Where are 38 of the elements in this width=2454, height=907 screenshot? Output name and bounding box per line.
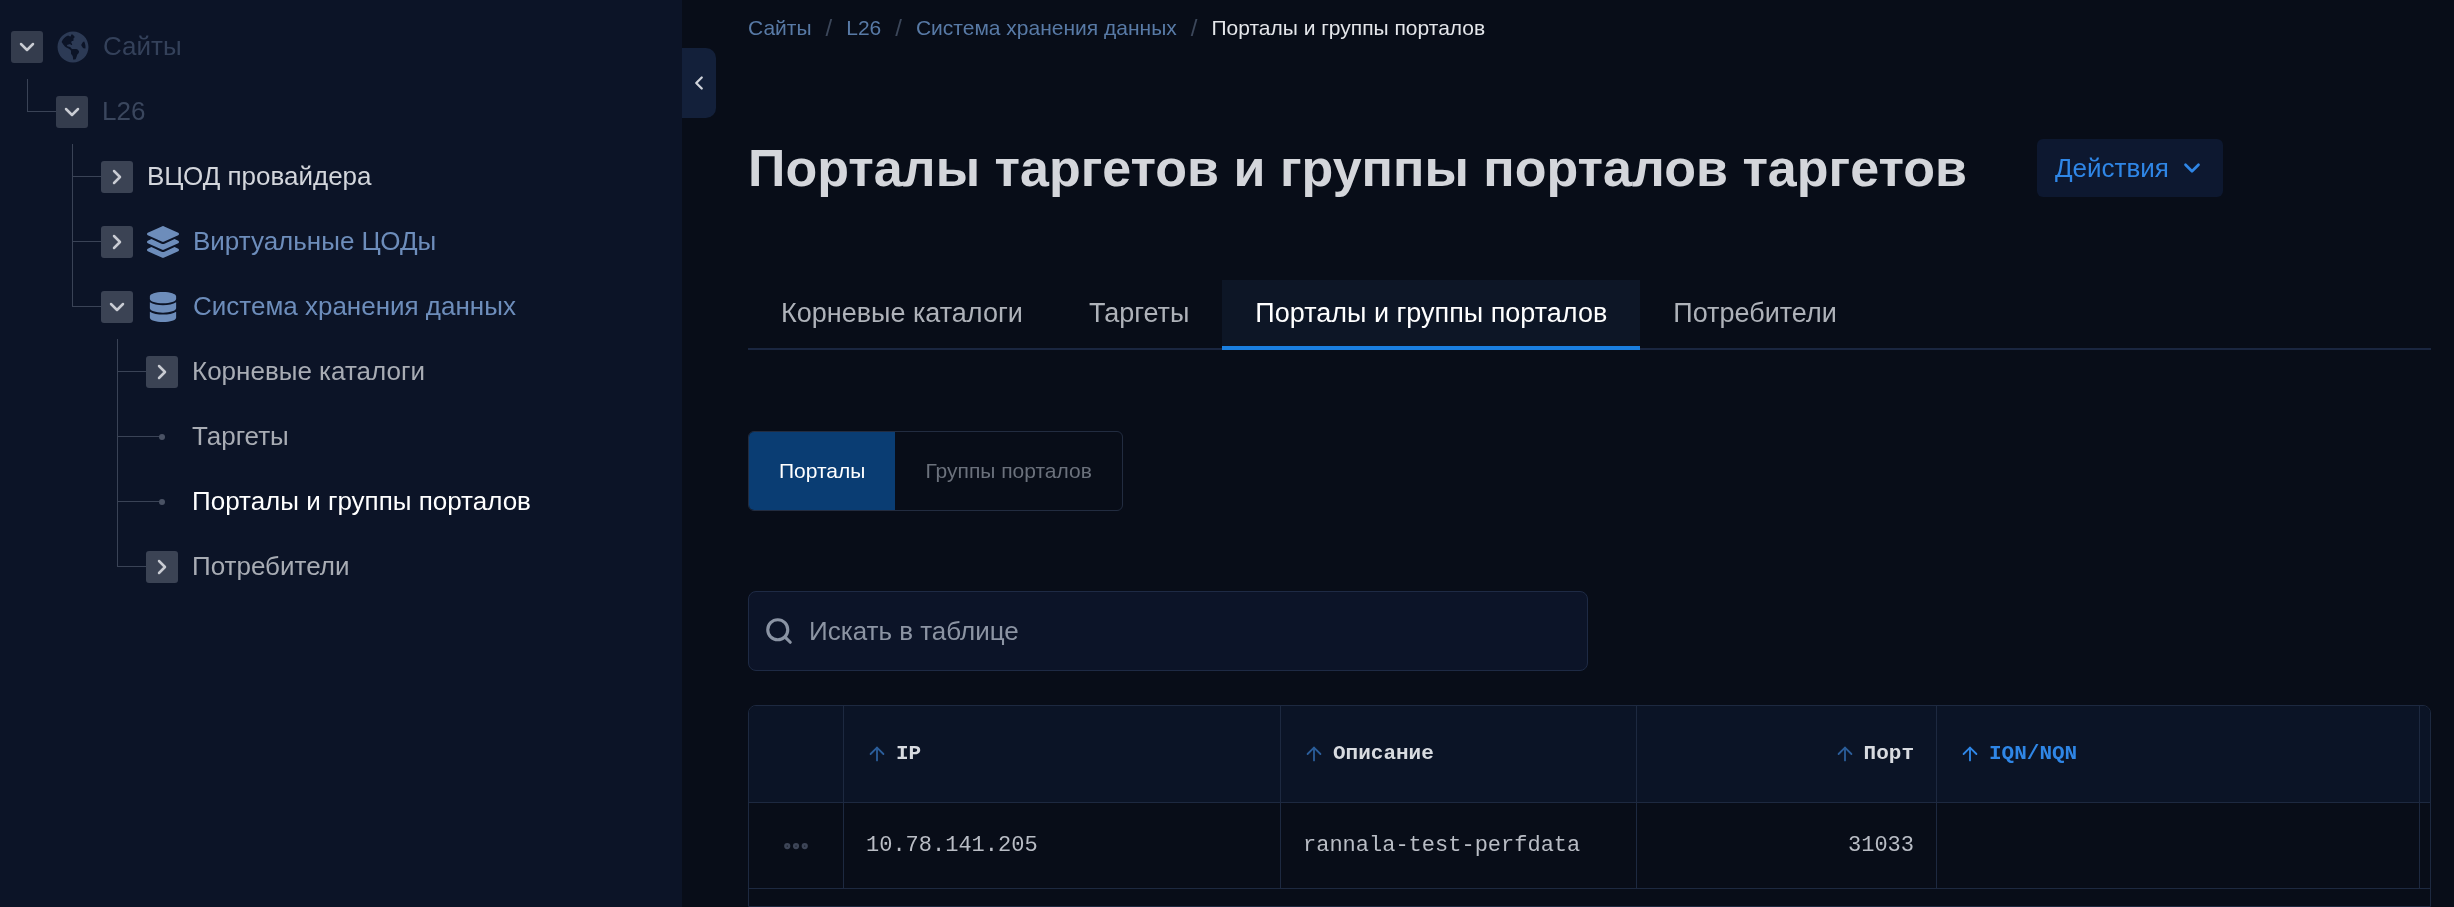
column-header[interactable]: Описание: [1281, 706, 1637, 802]
expand-toggle[interactable]: [101, 290, 133, 323]
breadcrumb-separator: /: [895, 13, 902, 43]
breadcrumb-separator: /: [825, 13, 833, 43]
expand-toggle[interactable]: [101, 160, 133, 193]
tree-item[interactable]: Виртуальные ЦОДы: [193, 222, 437, 261]
expand-toggle[interactable]: [146, 550, 178, 583]
expand-toggle[interactable]: [146, 355, 178, 388]
search-icon: [764, 616, 794, 646]
tree-item[interactable]: Система хранения данных: [193, 287, 516, 326]
expand-toggle[interactable]: [101, 225, 133, 258]
tree-item[interactable]: ВЦОД провайдера: [147, 157, 372, 196]
tab[interactable]: Таргеты: [1055, 280, 1223, 350]
segment-button[interactable]: Порталы: [749, 432, 896, 510]
column-header[interactable]: IP: [844, 706, 1281, 802]
expand-toggle[interactable]: [11, 30, 43, 63]
breadcrumb-separator: /: [1190, 13, 1198, 43]
page-title: Порталы таргетов и группы порталов таргетов: [748, 138, 1967, 199]
breadcrumb-item[interactable]: Система хранения данных: [915, 12, 1177, 44]
tree-item[interactable]: Таргеты: [192, 417, 289, 456]
breadcrumb-item[interactable]: L26: [846, 12, 882, 44]
actions-button[interactable]: Действия: [2036, 139, 2223, 197]
tab[interactable]: Корневые каталоги: [748, 280, 1056, 350]
breadcrumb-item: Порталы и группы порталов: [1211, 15, 1486, 42]
tab[interactable]: Потребители: [1640, 280, 1870, 350]
segment-button[interactable]: Группы порталов: [895, 432, 1122, 510]
breadcrumb-item[interactable]: Сайты: [748, 12, 812, 44]
column-header[interactable]: IQN/NQN: [1937, 706, 2420, 802]
expand-toggle[interactable]: [56, 95, 88, 128]
tree-item[interactable]: Порталы и группы порталов: [192, 482, 531, 521]
column-header[interactable]: Порт: [1637, 706, 1937, 802]
tab[interactable]: Порталы и группы порталов: [1222, 280, 1641, 350]
tree-item[interactable]: Потребители: [192, 547, 350, 586]
search-field[interactable]: Искать в таблице: [748, 591, 1588, 671]
tree-item[interactable]: Корневые каталоги: [192, 352, 425, 391]
table-cell: 10.78.141.205: [844, 803, 1281, 888]
table-cell: 31033: [1637, 803, 1937, 888]
table-cell: rannala-test-perfdata: [1281, 803, 1637, 888]
